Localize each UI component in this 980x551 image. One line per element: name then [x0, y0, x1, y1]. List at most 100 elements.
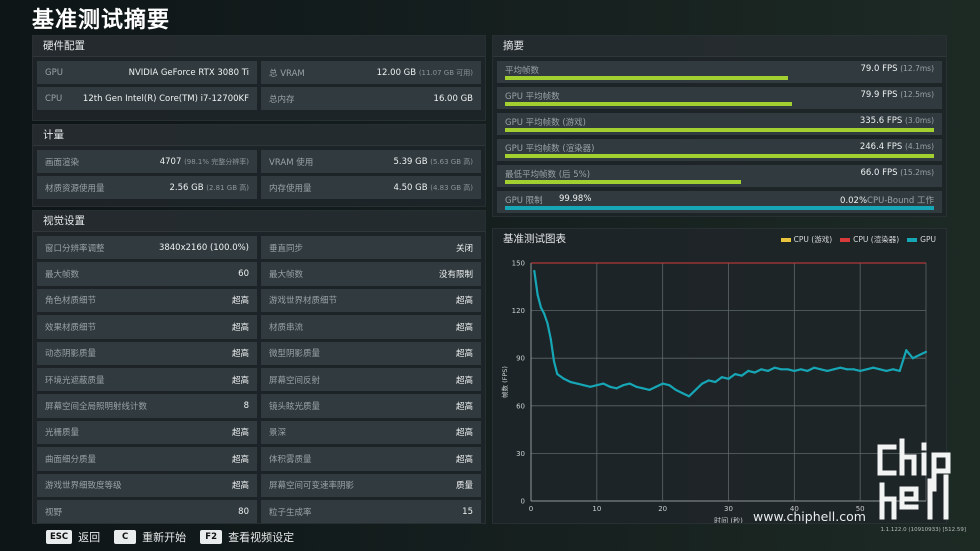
gpu-data-point [668, 384, 671, 387]
gpu-data-point [740, 374, 743, 377]
gpu-data-point [552, 360, 556, 363]
restart-button[interactable]: 重新开始 [142, 529, 186, 545]
summary-value-text: 335.6 FPS [859, 116, 903, 126]
hardware-value-text: 16.00 GB [433, 93, 473, 104]
summary-value-detail: (12.7ms) [900, 64, 934, 73]
visual-setting-value-text: 超高 [455, 349, 473, 360]
summary-bar-fill [505, 180, 741, 184]
hardware-value-text: 12.00 GB [376, 67, 417, 78]
esc-key[interactable]: ESC [46, 530, 73, 544]
metrics-panel: 计量 画面渲染 4707 (98.1% 完整分辨率) VRAM 使用 5.39 GB … [32, 124, 486, 207]
legend-label: CPU (游戏) [793, 235, 833, 244]
metric-value-detail: (2.81 GB 高) [206, 183, 249, 192]
y-tick-label: 30 [516, 450, 525, 458]
y-tick-label: 120 [512, 307, 525, 315]
cpu-bound-label: CPU-Bound 工作 [867, 196, 934, 206]
gpu-data-point [661, 382, 664, 385]
metric-value: 4.50 GB (4.83 GB 高) [394, 183, 473, 193]
gpu-data-point [720, 376, 724, 379]
gpu-limit-label: GPU 限制 [505, 196, 543, 206]
gpu-limit-bar-fill [505, 206, 934, 210]
gpu-data-point [793, 369, 796, 372]
visual-setting-value: 超高 [232, 426, 249, 438]
visual-setting-value-text: 超高 [455, 402, 473, 413]
visual-setting-label: 屏幕空间可变速率阴影 [269, 481, 355, 492]
page-title: 基准测试摘要 [32, 8, 171, 33]
gpu-data-point [536, 293, 539, 296]
summary-value: 335.6 FPS (3.0ms) [860, 116, 934, 126]
hardware-value: 16.00 GB [434, 94, 473, 104]
visual-setting-value: 超高 [456, 426, 473, 438]
gpu-data-point [595, 384, 598, 387]
visual-setting-row-1-left: 最大帧数 60 [37, 262, 257, 286]
gpu-data-point [622, 384, 625, 387]
visual-setting-value: 超高 [232, 347, 249, 359]
visual-setting-value: 15 [462, 507, 473, 517]
visual-setting-value: 质量 [456, 479, 473, 491]
metric-value-text: 2.56 GB [169, 182, 204, 193]
summary-value-detail: (4.1ms) [905, 142, 934, 151]
visual-setting-value: 超高 [456, 347, 473, 359]
x-tick-label: 0 [529, 505, 533, 513]
gpu-data-point [826, 369, 829, 372]
visual-setting-label: 微型阴影质量 [269, 349, 321, 360]
metric-row-1-left: 材质资源使用量 2.56 GB (2.81 GB 高) [37, 176, 257, 199]
summary-label: 最低平均帧数 (后 5%) [505, 170, 591, 180]
y-tick-label: 150 [512, 260, 525, 268]
summary-bar-fill [505, 128, 934, 132]
metric-label: 画面渲染 [45, 157, 80, 168]
visual-setting-label: 效果材质细节 [45, 322, 97, 333]
visual-setting-value: 超高 [232, 479, 249, 491]
gpu-data-point [747, 369, 750, 372]
visual-setting-value-text: 超高 [231, 349, 249, 360]
visual-setting-label: 曲面细分质量 [45, 454, 97, 465]
visual-setting-label: 角色材质细节 [45, 296, 97, 307]
x-tick-label: 30 [724, 505, 733, 513]
visual-setting-row-3-left: 效果材质细节 超高 [37, 315, 257, 339]
hardware-value-detail: (11.07 GB 可用) [418, 68, 473, 77]
gpu-data-point [819, 368, 822, 371]
gpu-data-point [546, 322, 549, 325]
gpu-data-point [714, 380, 717, 384]
visual-setting-label: 体积雾质量 [269, 454, 312, 465]
f2-key[interactable]: F2 [200, 530, 223, 544]
summary-value: 79.9 FPS (12.5ms) [860, 90, 934, 100]
summary-row-1: GPU 平均帧数 79.9 FPS (12.5ms) [497, 87, 942, 109]
gpu-data-point [891, 368, 895, 371]
visual-setting-row-0-right: 垂直同步 关闭 [261, 236, 481, 260]
gpu-data-point [556, 372, 559, 376]
visual-setting-row-3-right: 材质串流 超高 [261, 315, 481, 339]
gpu-data-point [641, 387, 645, 390]
gpu-data-point [780, 368, 783, 371]
chiphell-logo-watermark [877, 438, 951, 520]
y-axis-label: 帧数 (FPS) [500, 366, 509, 398]
back-button[interactable]: 返回 [78, 529, 100, 545]
c-key[interactable]: C [114, 530, 137, 544]
hardware-value-text: NVIDIA GeForce RTX 3080 Ti [128, 67, 249, 78]
hardware-row-0-left: GPU NVIDIA GeForce RTX 3080 Ti [37, 61, 257, 84]
visual-setting-value: 超高 [456, 321, 473, 333]
gpu-limit-bar-track [505, 206, 934, 210]
visual-setting-value-text: 超高 [455, 296, 473, 307]
summary-row-0: 平均帧数 79.0 FPS (12.7ms) [497, 61, 942, 83]
visual-setting-row-2-left: 角色材质细节 超高 [37, 288, 257, 313]
gpu-data-point [701, 382, 704, 385]
gpu-limit-value: 99.98% [559, 194, 592, 204]
summary-panel: 摘要 平均帧数 79.0 FPS (12.7ms) GPU 平均帧数 79.9 FPS… [492, 35, 947, 217]
visual-setting-label: 镜头眩光质量 [269, 402, 321, 413]
summary-value: 246.4 FPS (4.1ms) [860, 142, 934, 152]
gpu-data-point [872, 366, 875, 369]
visual-setting-label: 游戏世界材质细节 [269, 296, 338, 307]
summary-panel-title: 摘要 [493, 36, 946, 57]
visual-setting-value-text: 质量 [455, 481, 473, 492]
gpu-data-point [760, 368, 763, 371]
visual-setting-row-7-left: 光栅质量 超高 [37, 420, 257, 445]
summary-bar-fill [505, 102, 793, 106]
visual-setting-value-text: 超高 [455, 428, 473, 439]
visual-setting-label: 视野 [45, 507, 63, 518]
x-tick-label: 10 [592, 505, 601, 513]
visual-setting-value-text: 8 [243, 401, 249, 412]
view-video-settings-button[interactable]: 查看视频设定 [228, 529, 294, 545]
gpu-data-point [589, 385, 592, 388]
visual-setting-label: 光栅质量 [45, 428, 80, 439]
